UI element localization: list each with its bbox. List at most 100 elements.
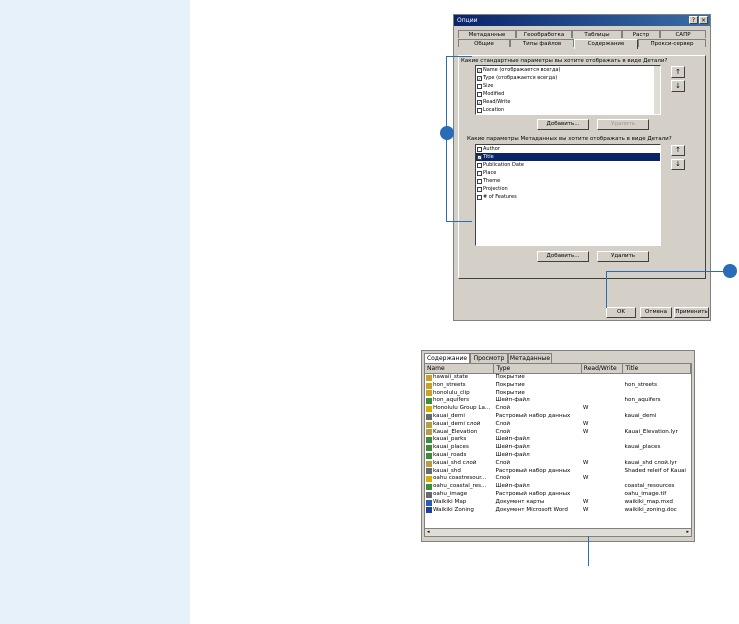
tab-contents[interactable]: Содержание bbox=[574, 39, 638, 49]
table-row[interactable]: kauai_places Шейп-файл kauai_places bbox=[425, 444, 691, 452]
tab-catalog-metadata[interactable]: Метаданные bbox=[508, 353, 552, 363]
metadata-param-label: Place bbox=[483, 170, 497, 176]
contents-panel: Какие стандартные параметры вы хотите от… bbox=[458, 55, 706, 279]
standard-param-item[interactable]: Location bbox=[476, 106, 660, 114]
cell-title: kauai_demi bbox=[624, 412, 657, 419]
standard-param-item[interactable]: ✓ Read/Write bbox=[476, 98, 660, 106]
scroll-right-icon[interactable]: ▸ bbox=[686, 529, 689, 535]
checkbox[interactable] bbox=[477, 178, 482, 184]
remove-metadata-button[interactable]: Удалить bbox=[597, 251, 649, 262]
cell-name: kauai_parks bbox=[425, 436, 494, 444]
tab-geoprocessing[interactable]: Геообработка bbox=[516, 30, 572, 38]
standard-param-item[interactable]: ✓ Name (отображается всегда) bbox=[476, 66, 660, 74]
checkbox[interactable] bbox=[477, 162, 482, 168]
table-row[interactable]: honolulu_clip Покрытие bbox=[425, 390, 691, 398]
column-header-readwrite[interactable]: Read/Write bbox=[582, 364, 624, 373]
tab-tables[interactable]: Таблицы bbox=[572, 30, 622, 38]
table-row[interactable]: kauai_demi Растровый набор данных kauai_de… bbox=[425, 413, 691, 421]
tab-file-types[interactable]: Типы файлов bbox=[510, 39, 574, 47]
checkbox[interactable] bbox=[477, 186, 482, 192]
table-row[interactable]: Kauai_Elevation Слой W Kauai_Elevation.lyr bbox=[425, 429, 691, 437]
metadata-param-item[interactable]: Place bbox=[476, 169, 660, 177]
table-row[interactable]: oahu_image Растровый набор данных oahu_ima… bbox=[425, 491, 691, 499]
callout-line-ok-vert bbox=[606, 271, 607, 308]
row-name: Waikiki Map bbox=[433, 498, 467, 505]
standard-param-item[interactable]: Modified bbox=[476, 90, 660, 98]
checkbox[interactable] bbox=[477, 146, 482, 152]
cell-name: oahu_image bbox=[425, 491, 494, 499]
table-row[interactable]: kauai_shd Растровый набор данных Shaded re… bbox=[425, 468, 691, 476]
standard-param-item[interactable]: Size bbox=[476, 82, 660, 90]
checkbox[interactable] bbox=[477, 194, 482, 200]
tab-proxy[interactable]: Прокси-сервер bbox=[638, 39, 706, 47]
table-row[interactable]: Waikiki Map Документ карты Wwaikiki_map.mx… bbox=[425, 499, 691, 507]
checkbox[interactable]: ✓ bbox=[477, 75, 482, 81]
cell-name: honolulu_clip bbox=[425, 390, 494, 398]
metadata-param-item[interactable]: Publication Date bbox=[476, 161, 660, 169]
help-button[interactable]: ? bbox=[689, 16, 698, 24]
checkbox[interactable]: ✓ bbox=[477, 67, 482, 73]
cancel-button[interactable]: Отмена bbox=[640, 307, 672, 318]
table-row[interactable]: kauai_shd слой Слой Wkauai_shd слой.lyr bbox=[425, 460, 691, 468]
metadata-up-button[interactable]: ↑ bbox=[671, 145, 685, 156]
standard-param-label: Type (отображается всегда) bbox=[483, 75, 558, 81]
metadata-param-item[interactable]: # of Features bbox=[476, 193, 660, 201]
add-metadata-button[interactable]: Добавить... bbox=[537, 251, 589, 262]
checkbox[interactable] bbox=[477, 170, 482, 176]
checkbox[interactable] bbox=[477, 83, 482, 89]
checkbox[interactable]: ✓ bbox=[477, 154, 482, 160]
table-row[interactable]: Waikiki Zoning Документ Microsoft Word Wwa… bbox=[425, 507, 691, 515]
standard-param-item[interactable]: ✓ Type (отображается всегда) bbox=[476, 74, 660, 82]
cell-type: Растровый набор данных bbox=[495, 467, 571, 474]
column-header-name[interactable]: Name bbox=[425, 364, 495, 373]
table-row[interactable]: kauai_demi слой Слой W bbox=[425, 421, 691, 429]
tab-catalog-contents[interactable]: Содержание bbox=[424, 353, 470, 363]
move-up-button[interactable]: ↑ bbox=[671, 66, 685, 78]
metadata-param-item[interactable]: ✓ Title bbox=[476, 153, 660, 161]
row-name: oahu_coastal_res... bbox=[433, 483, 487, 490]
move-down-button[interactable]: ↓ bbox=[671, 80, 685, 92]
remove-standard-button[interactable]: Удалить bbox=[597, 119, 649, 130]
metadata-param-item[interactable]: Projection bbox=[476, 185, 660, 193]
metadata-param-item[interactable]: Theme bbox=[476, 177, 660, 185]
tab-catalog-preview[interactable]: Просмотр bbox=[470, 353, 508, 363]
cell-title bbox=[624, 390, 691, 398]
checkbox[interactable] bbox=[477, 91, 482, 97]
tab-general[interactable]: Общие bbox=[458, 39, 510, 47]
add-standard-button[interactable]: Добавить... bbox=[537, 119, 589, 130]
metadata-param-item[interactable]: Author bbox=[476, 145, 660, 153]
table-row[interactable]: kauai_parks Шейп-файл bbox=[425, 436, 691, 444]
metadata-params-list[interactable]: Author ✓ Title Publication Date Place Theme Pr… bbox=[475, 144, 661, 246]
table-row[interactable]: oahu_coastal_res... Шейп-файл coastal_reso… bbox=[425, 483, 691, 491]
table-row[interactable]: hon_streets Покрытие hon_streets bbox=[425, 382, 691, 390]
column-header-type[interactable]: Type bbox=[494, 364, 582, 373]
table-row[interactable]: hawaii_state Покрытие bbox=[425, 374, 691, 382]
cell-name: kauai_roads bbox=[425, 452, 494, 460]
cell-title: Kauai_Elevation.lyr bbox=[624, 428, 678, 435]
checkbox[interactable]: ✓ bbox=[477, 99, 482, 105]
table-row[interactable]: Honolulu Group La... Слой W bbox=[425, 405, 691, 413]
close-button[interactable]: × bbox=[699, 16, 708, 24]
layer-icon bbox=[426, 460, 432, 467]
ok-button[interactable]: OK bbox=[606, 307, 636, 318]
table-row[interactable]: oahu coastresour... Слой W bbox=[425, 475, 691, 483]
cell-title: coastal_resources bbox=[624, 483, 675, 490]
scroll-left-icon[interactable]: ◂ bbox=[427, 529, 430, 535]
table-row[interactable]: kauai_roads Шейп-файл bbox=[425, 452, 691, 460]
apply-button[interactable]: Применить bbox=[674, 307, 709, 318]
tab-raster[interactable]: Растр bbox=[622, 30, 660, 38]
standard-params-list[interactable]: ✓ Name (отображается всегда) ✓ Type (отобра… bbox=[475, 65, 661, 115]
grid-header: Name Type Read/Write Title bbox=[425, 364, 691, 374]
tab-metadata[interactable]: Метаданные bbox=[458, 30, 516, 38]
tab-cad[interactable]: САПР bbox=[660, 30, 706, 38]
column-header-title[interactable]: Title bbox=[623, 364, 691, 373]
list-scrollbar[interactable] bbox=[654, 66, 660, 114]
cell-readwrite: W bbox=[582, 420, 589, 427]
checkbox[interactable] bbox=[477, 107, 482, 113]
metadata-down-button[interactable]: ↓ bbox=[671, 159, 685, 170]
table-row[interactable]: hon_aquifers Шейп-файл hon_aquifers bbox=[425, 397, 691, 405]
cell-name: oahu_coastal_res... bbox=[425, 483, 494, 491]
metadata-param-label: Theme bbox=[483, 178, 501, 184]
horizontal-scrollbar[interactable]: ◂ ▸ bbox=[425, 528, 691, 536]
cell-type: Документ карты bbox=[495, 498, 545, 505]
